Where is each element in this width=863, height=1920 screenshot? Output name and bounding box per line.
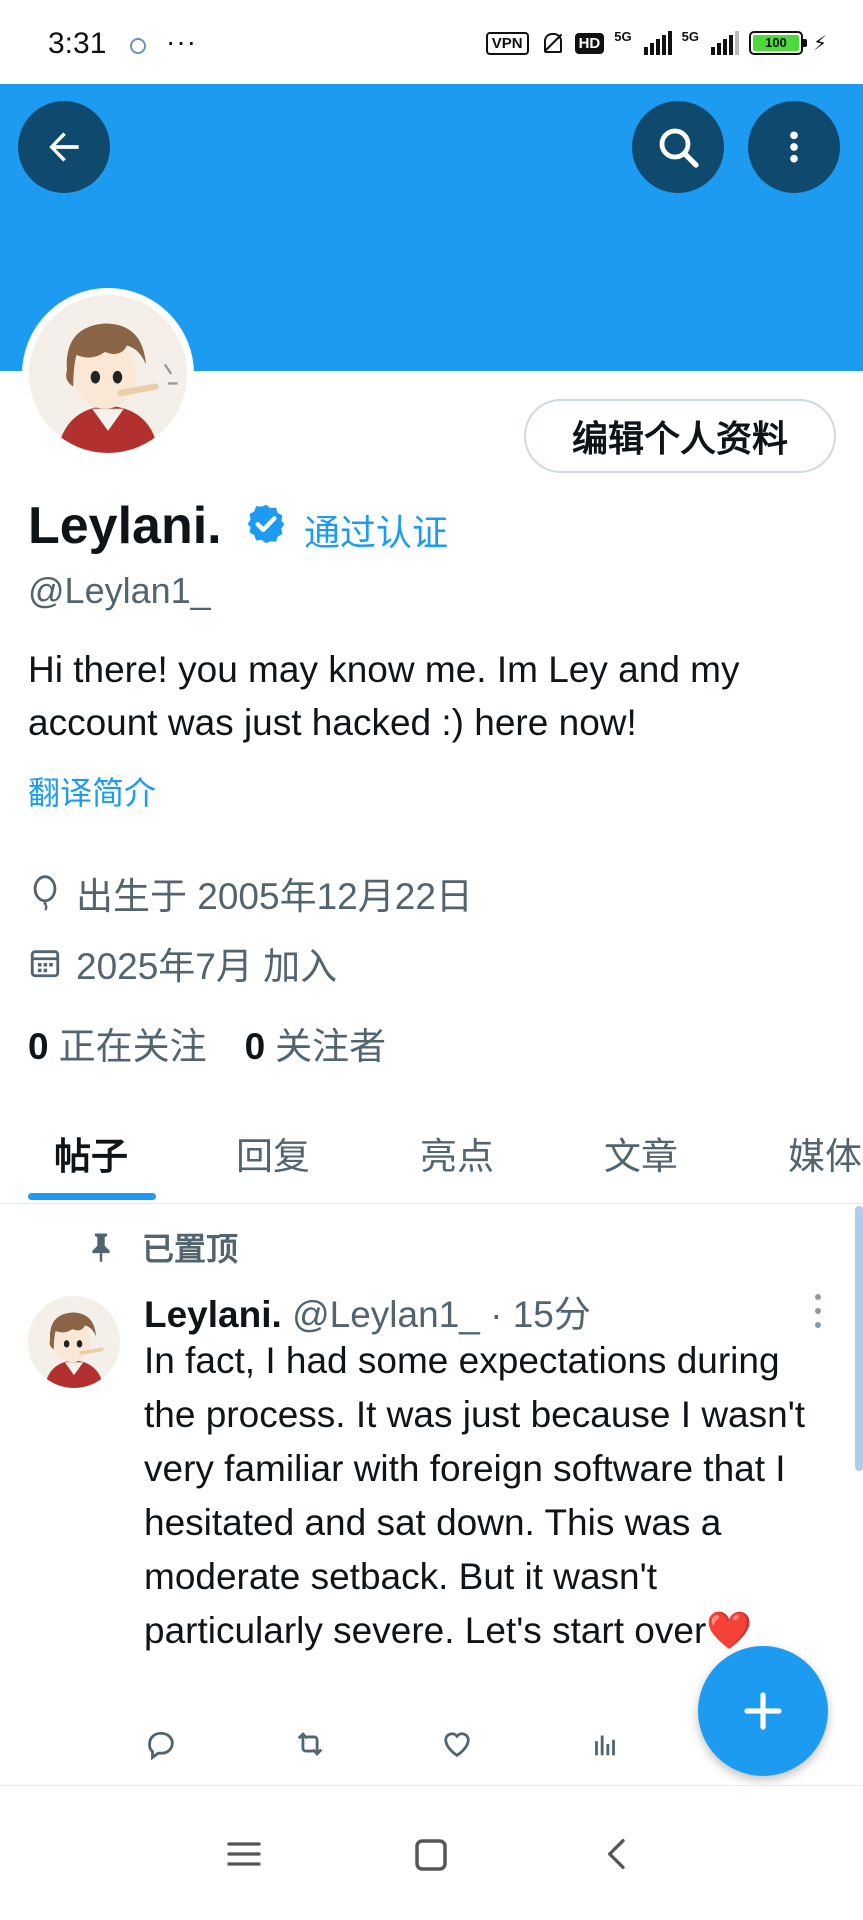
search-icon	[659, 128, 699, 168]
follow-stats: 0 正在关注 0 关注者	[28, 1016, 386, 1070]
calendar-icon	[30, 950, 60, 978]
reply-icon	[148, 1731, 174, 1761]
like-button[interactable]	[440, 1724, 588, 1764]
profile-avatar[interactable]	[22, 288, 194, 460]
arrow-left-icon	[49, 132, 79, 162]
back-nav-icon[interactable]	[598, 1834, 638, 1874]
join-date-row: 2025年7月 加入	[28, 936, 337, 990]
reply-button[interactable]	[144, 1724, 292, 1764]
pin-icon	[92, 1233, 110, 1262]
join-date-text: 2025年7月 加入	[76, 946, 338, 987]
profile-name: Leylani.	[28, 497, 222, 555]
network-type-2: 5G	[681, 29, 699, 44]
pinned-label: 已置顶	[142, 1231, 239, 1267]
following-label: 正在关注	[58, 1026, 207, 1067]
status-app-icon	[130, 38, 146, 54]
post-divider	[0, 1785, 863, 1786]
birth-date-row: 出生于 2005年12月22日	[28, 866, 473, 920]
verified-label[interactable]: 通过认证	[304, 504, 448, 556]
network-type-1: 5G	[614, 29, 632, 44]
profile-tabs: 帖子 回复 亮点 文章 媒体	[0, 1100, 863, 1204]
post-time: · 15分	[490, 1294, 591, 1335]
back-button[interactable]	[18, 101, 110, 193]
avatar-image	[29, 295, 187, 453]
plus-icon	[744, 1692, 782, 1730]
followers-count: 0	[244, 1026, 266, 1067]
repost-button[interactable]	[292, 1724, 440, 1764]
post-author-avatar[interactable]	[28, 1296, 120, 1388]
active-tab-indicator	[28, 1193, 156, 1200]
followers-link[interactable]: 0 关注者	[245, 1016, 387, 1070]
battery-level: 100	[752, 35, 799, 51]
following-link[interactable]: 0 正在关注	[28, 1016, 207, 1070]
charging-icon: ⚡	[812, 32, 827, 55]
profile-bio: Hi there! you may know me. Im Ley and my…	[28, 649, 740, 743]
following-count: 0	[28, 1026, 49, 1067]
hd-indicator: HD	[574, 32, 605, 54]
status-time: 3:31	[48, 27, 107, 60]
menu-icon[interactable]	[224, 1834, 264, 1874]
tab-media[interactable]: 媒体	[788, 1126, 862, 1180]
compose-button[interactable]	[698, 1646, 828, 1776]
post-author-name: Leylani.	[144, 1294, 282, 1335]
post-text: In fact, I had some expectations during …	[144, 1340, 806, 1651]
birth-date-text: 出生于 2005年12月22日	[76, 876, 473, 917]
status-more: ···	[166, 26, 197, 57]
edit-profile-button[interactable]: 编辑个人资料	[524, 399, 836, 473]
more-options-button[interactable]	[748, 101, 840, 193]
tab-posts[interactable]: 帖子	[54, 1126, 128, 1180]
battery-icon: 100	[748, 31, 807, 55]
signal-icon-2	[710, 31, 739, 55]
verified-badge-icon[interactable]	[244, 502, 288, 546]
status-right-group: VPN HD 5G 5G 100 ⚡	[485, 29, 827, 56]
pinned-label-row: 已置顶	[88, 1224, 238, 1270]
signal-icon-1	[643, 31, 672, 55]
translate-bio-link[interactable]: 翻译简介	[28, 768, 156, 814]
search-button[interactable]	[632, 101, 724, 193]
tab-highlights[interactable]: 亮点	[420, 1126, 494, 1180]
heart-icon	[444, 1732, 470, 1758]
followers-label: 关注者	[275, 1026, 387, 1067]
tab-articles[interactable]: 文章	[604, 1126, 678, 1180]
home-square-icon[interactable]	[410, 1834, 452, 1876]
silent-bell-icon	[539, 30, 565, 56]
scrollbar[interactable]	[855, 1206, 863, 1471]
balloon-icon	[33, 875, 57, 911]
post-more-button[interactable]	[812, 1294, 824, 1328]
status-bar: 3:31 ··· VPN HD 5G 5G 100 ⚡	[0, 0, 863, 84]
tab-replies[interactable]: 回复	[236, 1126, 310, 1180]
system-nav-bar	[0, 1794, 863, 1920]
more-vertical-icon	[790, 131, 798, 163]
post-author-handle: @Leylan1_	[292, 1294, 480, 1335]
profile-screen: 3:31 ··· VPN HD 5G 5G 100 ⚡ 编辑个人资料 Leyla…	[0, 0, 863, 1920]
repost-icon	[297, 1732, 323, 1756]
vpn-indicator: VPN	[485, 31, 529, 55]
post-header[interactable]: Leylani. @Leylan1_ · 15分	[144, 1284, 591, 1338]
profile-handle: @Leylan1_	[28, 570, 211, 611]
views-icon	[595, 1735, 615, 1756]
